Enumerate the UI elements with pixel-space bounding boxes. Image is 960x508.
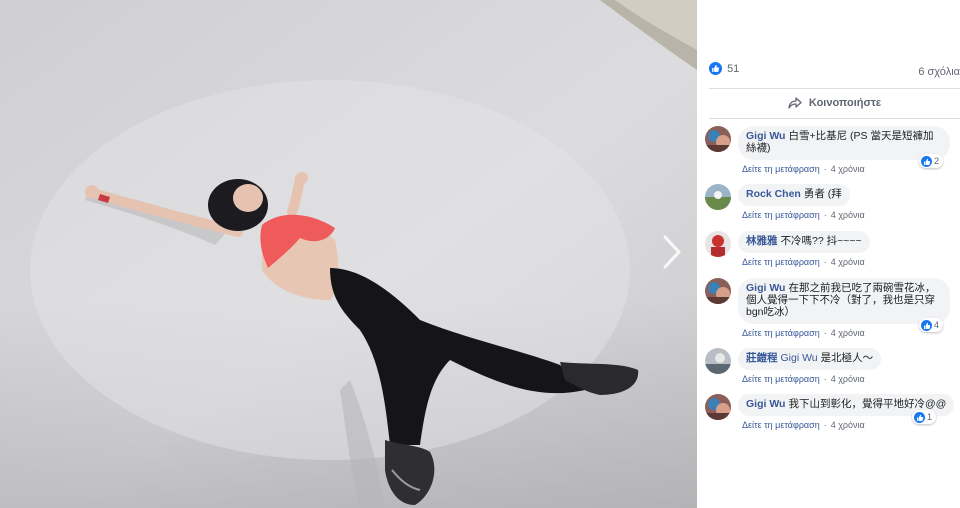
comment-meta: Δείτε τη μετάφραση · 4 χρόνια bbox=[742, 328, 865, 338]
like-reaction-icon bbox=[921, 320, 932, 332]
see-translation-link[interactable]: Δείτε τη μετάφραση bbox=[742, 257, 820, 267]
chevron-right-icon bbox=[663, 235, 681, 269]
see-translation-link[interactable]: Δείτε τη μετάφραση bbox=[742, 374, 820, 384]
like-reaction-icon bbox=[921, 156, 932, 168]
comments-count-link[interactable]: 6 σχόλια bbox=[918, 66, 960, 78]
comment-bubble: 林雅雅 不冷嗎?? 抖~~~~ bbox=[738, 231, 870, 253]
share-arrow-icon bbox=[788, 97, 802, 109]
comment-text: 我下山到彰化，覺得平地好冷@@ bbox=[788, 398, 947, 410]
reaction-count-badge[interactable]: 2 bbox=[919, 154, 944, 168]
comment-author[interactable]: Gigi Wu bbox=[746, 130, 785, 142]
comment-mention[interactable]: Gigi Wu bbox=[781, 352, 818, 364]
avatar[interactable] bbox=[705, 231, 731, 257]
comment-bubble: Gigi Wu 白雪+比基尼 (PS 當天是短褲加絲襪) bbox=[738, 126, 950, 160]
comment-author[interactable]: Gigi Wu bbox=[746, 398, 785, 410]
reaction-count-badge[interactable]: 4 bbox=[919, 318, 944, 332]
see-translation-link[interactable]: Δείτε τη μετάφραση bbox=[742, 164, 820, 174]
comment-meta: Δείτε τη μετάφραση · 4 χρόνια bbox=[742, 374, 865, 384]
avatar[interactable] bbox=[705, 126, 731, 152]
avatar[interactable] bbox=[705, 394, 731, 420]
like-reaction-icon[interactable] bbox=[709, 62, 722, 75]
see-translation-link[interactable]: Δείτε τη μετάφραση bbox=[742, 328, 820, 338]
comment-time[interactable]: 4 χρόνια bbox=[831, 420, 865, 430]
comment-time[interactable]: 4 χρόνια bbox=[831, 210, 865, 220]
see-translation-link[interactable]: Δείτε τη μετάφραση bbox=[742, 210, 820, 220]
comment-time[interactable]: 4 χρόνια bbox=[831, 164, 865, 174]
avatar[interactable] bbox=[705, 184, 731, 210]
divider bbox=[709, 118, 960, 119]
comment-text: 勇者 (拜 bbox=[803, 188, 842, 200]
comment-bubble: Gigi Wu 在那之前我已吃了兩碗雪花冰，個人覺得一下下不冷（對了，我也是只穿b… bbox=[738, 278, 950, 324]
comment-text: 是北極人～ bbox=[820, 352, 874, 364]
comment-bubble: 莊鎧程 Gigi Wu 是北極人～ bbox=[738, 348, 882, 370]
see-translation-link[interactable]: Δείτε τη μετάφραση bbox=[742, 420, 820, 430]
reaction-count: 2 bbox=[934, 156, 940, 166]
comment-meta: Δείτε τη μετάφραση · 4 χρόνια bbox=[742, 420, 865, 430]
reaction-count-badge[interactable]: 1 bbox=[912, 410, 937, 424]
comment-meta: Δείτε τη μετάφραση · 4 χρόνια bbox=[742, 257, 865, 267]
comment-author[interactable]: 莊鎧程 bbox=[746, 352, 778, 364]
comment-time[interactable]: 4 χρόνια bbox=[831, 374, 865, 384]
share-label: Κοινοποιήστε bbox=[808, 97, 882, 109]
reactions-bar: 51 6 σχόλια bbox=[709, 62, 960, 82]
comment-author[interactable]: 林雅雅 bbox=[746, 235, 778, 247]
divider bbox=[709, 88, 960, 89]
comment-author[interactable]: Gigi Wu bbox=[746, 282, 785, 294]
comment-meta: Δείτε τη μετάφραση · 4 χρόνια bbox=[742, 164, 865, 174]
like-reaction-icon bbox=[914, 412, 925, 424]
comment-time[interactable]: 4 χρόνια bbox=[831, 257, 865, 267]
comments-panel: 51 6 σχόλια Κοινοποιήστε Gigi Wu 白雪+比基尼 (… bbox=[697, 0, 960, 508]
comment-bubble: Rock Chen 勇者 (拜 bbox=[738, 184, 850, 206]
next-photo-arrow[interactable] bbox=[660, 234, 684, 270]
comment-meta: Δείτε τη μετάφραση · 4 χρόνια bbox=[742, 210, 865, 220]
like-count[interactable]: 51 bbox=[727, 63, 739, 75]
share-button[interactable]: Κοινοποιήστε bbox=[709, 92, 960, 114]
reaction-count: 4 bbox=[934, 320, 940, 330]
comment-author[interactable]: Rock Chen bbox=[746, 188, 801, 200]
post-photo[interactable] bbox=[0, 0, 697, 508]
reaction-count: 1 bbox=[927, 412, 933, 422]
avatar[interactable] bbox=[705, 278, 731, 304]
photo-image bbox=[0, 0, 697, 508]
comment-text: 不冷嗎?? 抖~~~~ bbox=[780, 235, 862, 247]
avatar[interactable] bbox=[705, 348, 731, 374]
comment-time[interactable]: 4 χρόνια bbox=[831, 328, 865, 338]
